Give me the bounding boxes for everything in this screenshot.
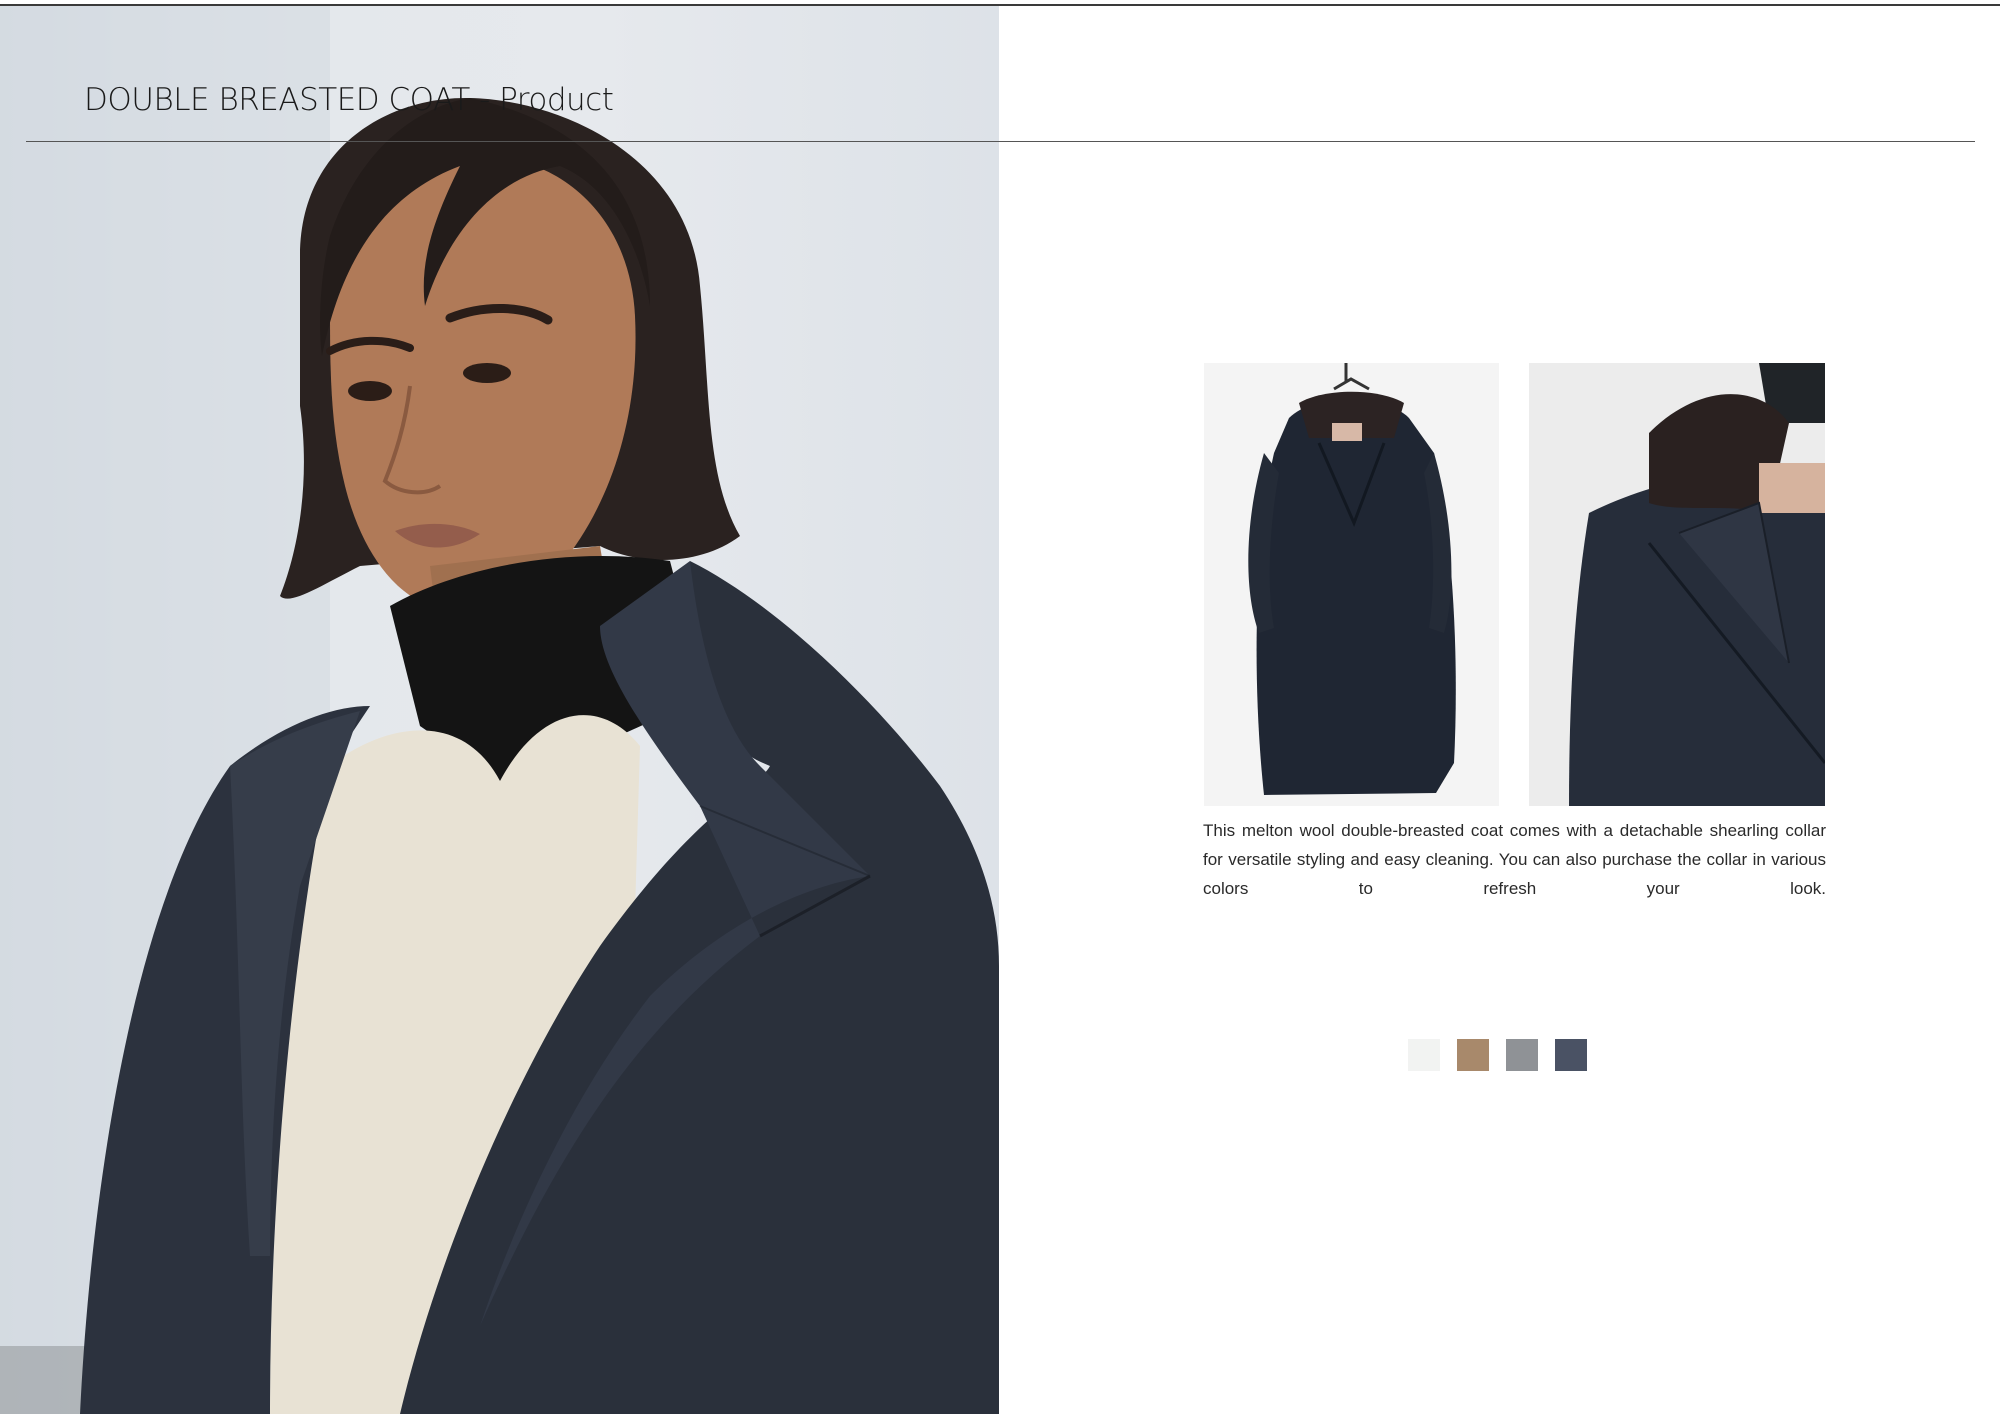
title-divider [26,141,1975,142]
page-title: DOUBLE BREASTED COAT - Product [84,82,614,118]
swatch-camel[interactable] [1457,1039,1489,1071]
swatch-navy[interactable] [1555,1039,1587,1071]
coat-front-photo [1204,363,1499,806]
color-swatches [1408,1039,1587,1071]
model-photo [0,6,999,1414]
swatch-grey[interactable] [1506,1039,1538,1071]
product-description: This melton wool double-breasted coat co… [1203,821,1826,898]
swatch-white[interactable] [1408,1039,1440,1071]
coat-detail-photo [1529,363,1825,806]
